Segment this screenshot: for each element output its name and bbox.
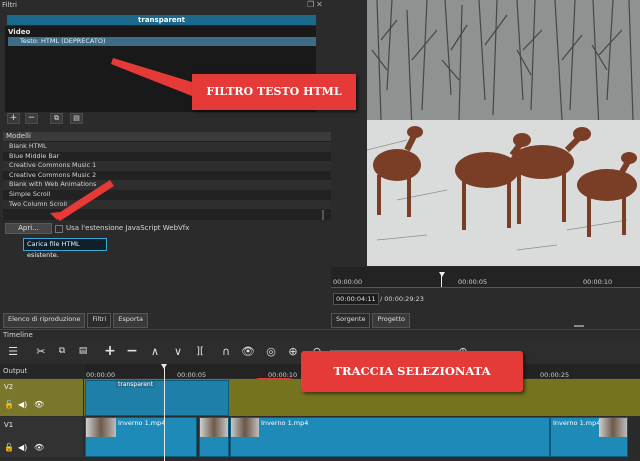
hide-icon[interactable]: 👁	[34, 400, 44, 409]
clip-thumbnail	[231, 418, 259, 437]
append-icon[interactable]: +	[103, 343, 117, 359]
mute-icon[interactable]: ◀)	[18, 443, 27, 452]
ruler-label: 00:00:10	[583, 278, 613, 286]
tab-export[interactable]: Esporta	[113, 313, 149, 328]
remove-icon[interactable]: −	[125, 343, 139, 359]
current-timecode[interactable]: 00:00:04:11	[333, 293, 379, 305]
track-header-v2[interactable]: V2 🔓 ◀) 👁	[0, 379, 83, 416]
ruler-label: 00:00:00	[86, 371, 116, 379]
hide-icon[interactable]: 👁	[34, 443, 44, 452]
clip-label: transparent	[116, 381, 156, 388]
clip-inverno-4[interactable]: Inverno 1.mp4	[550, 417, 628, 457]
clip-label: Inverno 1.mp4	[553, 419, 601, 427]
clip-transparent[interactable]: transparent	[85, 380, 229, 416]
clip-thumbnail	[200, 418, 228, 437]
cut-icon[interactable]: ✂	[34, 344, 48, 358]
paste-icon[interactable]: ▤	[76, 344, 90, 358]
timeline-title: Timeline	[3, 331, 33, 339]
tab-playlist[interactable]: Elenco di riproduzione	[3, 313, 86, 328]
ruler-label: 00:00:05	[177, 371, 207, 379]
clip-thumbnail	[86, 418, 116, 437]
ruler-label: 00:00:25	[540, 371, 570, 379]
ruler-label: 00:00:00	[333, 278, 363, 286]
clip-inverno-2[interactable]	[199, 417, 229, 457]
ripple-icon[interactable]: ◎	[264, 344, 278, 358]
track-name: V2	[4, 383, 14, 391]
mute-icon[interactable]: ◀)	[18, 400, 27, 409]
panel-tabs: Elenco di riproduzione Filtri Esporta	[3, 313, 149, 328]
menu-icon[interactable]: ☰	[6, 344, 20, 358]
filter-callout: FILTRO TESTO HTML	[192, 74, 356, 110]
tab-project[interactable]: Progetto	[372, 313, 410, 328]
arrow-to-filter	[111, 58, 192, 96]
tab-source[interactable]: Sorgente	[331, 313, 371, 328]
track-header-v1[interactable]: V1 🔓 ◀) 👁	[0, 417, 83, 457]
track-name: V1	[4, 421, 14, 429]
ruler-label: 00:00:10	[268, 371, 298, 379]
snap-magnet-icon[interactable]: ∩	[219, 344, 233, 358]
track-callout: TRACCIA SELEZIONATA	[301, 351, 523, 392]
clip-thumbnail	[599, 418, 627, 437]
clip-inverno-3[interactable]: Inverno 1.mp4	[230, 417, 550, 457]
clip-label: Inverno 1.mp4	[261, 419, 309, 427]
ripple-all-icon[interactable]: ⊕	[286, 344, 300, 358]
clip-label: Inverno 1.mp4	[118, 419, 166, 427]
copy-icon[interactable]: ⧉	[55, 344, 69, 358]
lock-icon[interactable]: 🔓	[4, 400, 14, 409]
total-duration: / 00:00:29:23	[380, 295, 424, 303]
ruler-label: 00:00:05	[458, 278, 488, 286]
split-icon[interactable]: ][	[193, 344, 207, 358]
deer-snow-frame	[367, 0, 640, 266]
arrow-to-open-button	[54, 180, 114, 221]
overwrite-icon[interactable]: ∨	[171, 344, 185, 358]
lift-icon[interactable]: ∧	[148, 344, 162, 358]
player-tabs: Sorgente Progetto	[331, 313, 410, 328]
video-preview[interactable]	[367, 0, 640, 266]
scrub-eye-icon[interactable]: 👁	[241, 344, 255, 358]
playhead-marker[interactable]	[439, 272, 445, 277]
clip-inverno-1[interactable]: Inverno 1.mp4	[85, 417, 197, 457]
panel-resize-handle[interactable]	[574, 325, 584, 327]
tab-filters[interactable]: Filtri	[87, 313, 112, 328]
lock-icon[interactable]: 🔓	[4, 443, 14, 452]
output-header: Output	[0, 364, 83, 378]
output-label: Output	[3, 367, 28, 375]
timeline-playhead[interactable]	[164, 364, 165, 461]
